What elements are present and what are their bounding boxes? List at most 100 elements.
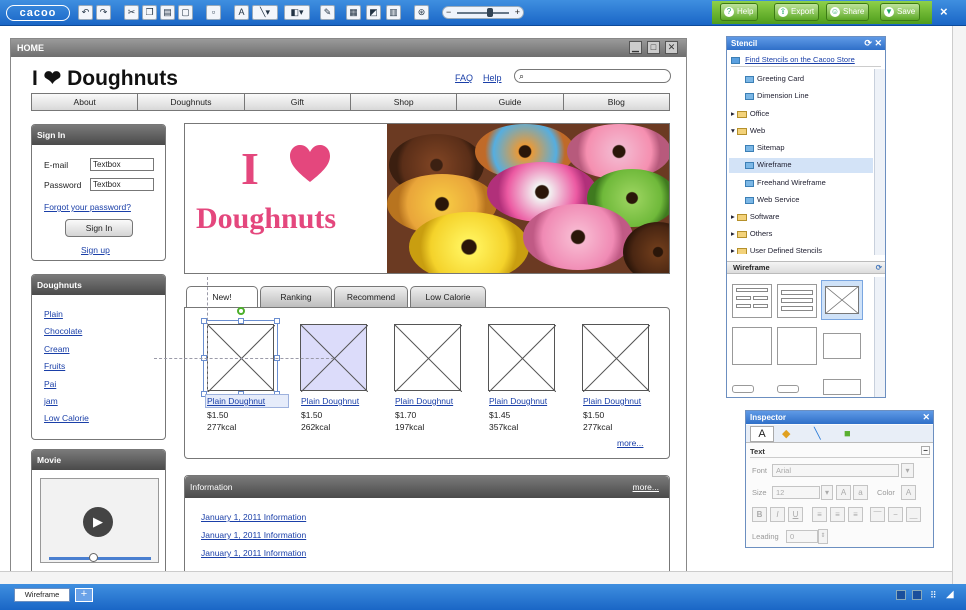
line-tab-icon[interactable]: ╲ (814, 427, 832, 441)
add-sheet-button[interactable]: + (75, 588, 93, 602)
product-name[interactable]: Plain Doughnut (395, 396, 453, 406)
save-button[interactable]: ▼ Save (880, 3, 921, 21)
tab-ranking[interactable]: Ranking (260, 286, 332, 308)
leading-field[interactable]: 0 (786, 530, 818, 543)
stencil-store-link[interactable]: Find Stencils on the Cacoo Store (745, 55, 855, 64)
undo-icon[interactable]: ↶ (78, 5, 93, 20)
information-link[interactable]: January 1, 2011 Information (201, 530, 306, 540)
minimize-icon[interactable]: ▁ (629, 41, 642, 54)
video-progress-knob[interactable] (89, 553, 98, 562)
information-more-link[interactable]: more... (633, 476, 659, 498)
nav-gift[interactable]: Gift (244, 94, 351, 110)
nav-doughnuts[interactable]: Doughnuts (138, 94, 245, 110)
resize-handle[interactable] (274, 318, 280, 324)
nav-guide[interactable]: Guide (457, 94, 564, 110)
help-button[interactable]: ? Help (720, 3, 759, 21)
faq-link[interactable]: FAQ (455, 73, 473, 83)
grid-icon[interactable]: ⊛ (414, 5, 429, 20)
stencil-thumbnail[interactable] (777, 385, 799, 393)
video-progress[interactable] (49, 557, 151, 560)
zoom-in-icon[interactable]: + (515, 7, 520, 18)
stencil-folder[interactable]: ▸ Others (731, 229, 772, 238)
forgot-password-link[interactable]: Forgot your password? (44, 202, 131, 212)
rotate-handle[interactable] (237, 307, 245, 315)
stencil-folder[interactable]: ▾ Web (731, 126, 765, 135)
stencil-item[interactable]: Freehand Wireframe (745, 178, 826, 187)
wireframe-browser-window[interactable]: HOME ▁ □ ✕ I ❤ Doughnuts FAQ Help ⌕ Abou… (10, 38, 687, 578)
product-name[interactable]: Plain Doughnut (489, 396, 547, 406)
size-dropdown-icon[interactable]: ▾ (821, 485, 833, 500)
stencil-close-icon[interactable]: ⟳ ✕ (864, 37, 882, 50)
align-center-icon[interactable]: ≡ (830, 507, 845, 522)
page-icon[interactable] (912, 590, 922, 600)
stencil-item[interactable]: Dimension Line (745, 91, 809, 100)
tab-recommend[interactable]: Recommend (334, 286, 408, 308)
email-field[interactable]: Textbox (90, 158, 154, 171)
stencil-tree-scrollbar[interactable] (874, 69, 885, 255)
stencil-thumbnail[interactable] (732, 284, 772, 318)
underline-icon[interactable]: U (788, 507, 803, 522)
help-link[interactable]: Help (483, 73, 502, 83)
doughnut-link-cream[interactable]: Cream (44, 344, 70, 354)
information-link[interactable]: January 1, 2011 Information (201, 548, 306, 558)
more-products-link[interactable]: more... (617, 438, 643, 448)
stencil-item[interactable]: Sitemap (745, 143, 785, 152)
password-field[interactable]: Textbox (90, 178, 154, 191)
stencil-folder[interactable]: ▸ Office (731, 109, 769, 118)
nav-about[interactable]: About (32, 94, 139, 110)
shrink-font-icon[interactable]: a (853, 485, 868, 500)
inspector-close-icon[interactable]: ✕ (922, 411, 930, 424)
stencil-item[interactable]: Greeting Card (745, 74, 804, 83)
grid-dots-icon[interactable]: ⠿ (930, 590, 937, 601)
refresh-icon[interactable]: ⟳ (876, 262, 882, 273)
shape-tab-icon[interactable]: ■ (844, 427, 862, 441)
valign-bottom-icon[interactable]: ⎽ (906, 507, 921, 522)
product-image-placeholder[interactable] (582, 324, 651, 393)
doughnut-link-pai[interactable]: Pai (44, 379, 56, 389)
redo-icon[interactable]: ↷ (96, 5, 111, 20)
italic-icon[interactable]: I (770, 507, 785, 522)
select-icon[interactable]: ▫ (206, 5, 221, 20)
product-image-placeholder[interactable] (488, 324, 557, 393)
align-left-icon[interactable]: ≡ (812, 507, 827, 522)
tab-low-calorie[interactable]: Low Calorie (410, 286, 486, 308)
search-input[interactable]: ⌕ (514, 69, 671, 83)
product-name[interactable]: Plain Doughnut (583, 396, 641, 406)
font-select[interactable]: Arial (772, 464, 899, 477)
information-link[interactable]: January 1, 2011 Information (201, 512, 306, 522)
stencil-thumbnail[interactable] (732, 385, 754, 393)
nav-blog[interactable]: Blog (563, 94, 669, 110)
canvas-vertical-scrollbar[interactable] (952, 26, 966, 584)
resize-handle[interactable] (238, 318, 244, 324)
stencil-item[interactable]: Web Service (745, 195, 799, 204)
bold-icon[interactable]: B (752, 507, 767, 522)
share-button[interactable]: ☺ Share (826, 3, 870, 21)
signin-button[interactable]: Sign In (65, 219, 133, 237)
product-name[interactable]: Plain Doughnut (207, 396, 265, 406)
font-dropdown-icon[interactable]: ▾ (901, 463, 914, 478)
valign-top-icon[interactable]: ⎺ (870, 507, 885, 522)
stencil-thumbnail[interactable] (823, 333, 861, 359)
text-color-icon[interactable]: A (901, 485, 916, 500)
zoom-out-icon[interactable]: − (446, 7, 451, 18)
shape-tool-icon[interactable]: ◧▾ (284, 5, 310, 20)
stencil-item-selected[interactable]: Wireframe (729, 158, 873, 173)
size-field[interactable]: 12 (772, 486, 820, 499)
export-button[interactable]: ⇪ Export (774, 3, 820, 21)
doughnut-link-fruits[interactable]: Fruits (44, 361, 65, 371)
resize-corner-icon[interactable]: ◢ (946, 589, 954, 600)
stencil-thumbnail[interactable] (777, 284, 817, 318)
doughnut-link-low-calorie[interactable]: Low Calorie (44, 413, 89, 423)
stencil-thumbnail[interactable] (823, 379, 861, 395)
leading-stepper-icon[interactable]: ⇕ (818, 529, 828, 544)
align-right-icon[interactable]: ≡ (848, 507, 863, 522)
align-icon[interactable]: ▥ (386, 5, 401, 20)
video-player[interactable]: ▶ (40, 478, 159, 563)
canvas-horizontal-scrollbar[interactable] (0, 571, 952, 584)
doughnut-link-plain[interactable]: Plain (44, 309, 63, 319)
fill-tab-icon[interactable]: ◆ (782, 427, 800, 441)
zoom-knob[interactable] (487, 8, 493, 17)
group-icon[interactable]: ◩ (366, 5, 381, 20)
product-image-placeholder[interactable] (394, 324, 463, 393)
doughnut-link-jam[interactable]: jam (44, 396, 58, 406)
